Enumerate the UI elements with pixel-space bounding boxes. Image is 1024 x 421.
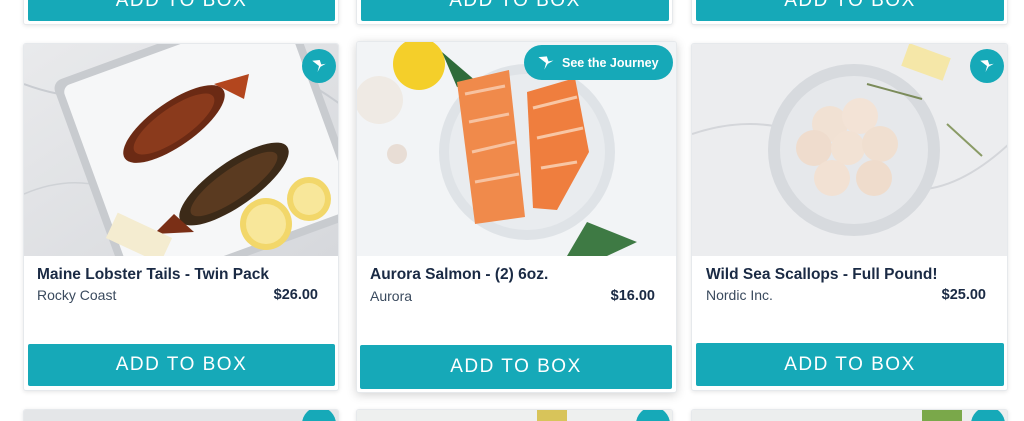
product-title[interactable]: Maine Lobster Tails - Twin Pack: [37, 266, 269, 284]
see-the-journey-button[interactable]: See the Journey: [524, 45, 673, 80]
product-card-scallops[interactable]: Wild Sea Scallops - Full Pound! Nordic I…: [691, 43, 1008, 391]
product-image-scallops[interactable]: [692, 44, 1007, 256]
product-price: $16.00: [610, 288, 655, 304]
product-image[interactable]: [692, 410, 1008, 421]
product-card-top-2: ADD TO BOX: [356, 0, 673, 25]
product-card-bottom-3[interactable]: [691, 409, 1008, 421]
add-to-box-button[interactable]: ADD TO BOX: [360, 345, 672, 389]
product-image[interactable]: [357, 410, 673, 421]
product-image[interactable]: [24, 410, 339, 421]
product-price: $25.00: [941, 287, 986, 303]
product-card-top-3: ADD TO BOX: [691, 0, 1008, 25]
journey-label: See the Journey: [562, 55, 659, 70]
hummingbird-icon[interactable]: [302, 49, 336, 83]
add-to-box-button[interactable]: ADD TO BOX: [28, 0, 335, 21]
add-to-box-button[interactable]: ADD TO BOX: [361, 0, 669, 21]
add-to-box-button[interactable]: ADD TO BOX: [696, 0, 1004, 21]
product-vendor: Rocky Coast: [37, 287, 117, 303]
hummingbird-icon[interactable]: [970, 49, 1004, 83]
product-title[interactable]: Aurora Salmon - (2) 6oz.: [370, 266, 548, 284]
product-vendor: Aurora: [370, 288, 413, 304]
product-card-lobster[interactable]: Maine Lobster Tails - Twin Pack Rocky Co…: [23, 43, 339, 391]
product-vendor: Nordic Inc.: [706, 287, 773, 303]
product-card-bottom-1[interactable]: [23, 409, 339, 421]
add-to-box-button[interactable]: ADD TO BOX: [696, 343, 1004, 386]
product-card-top-1: ADD TO BOX: [23, 0, 339, 25]
hummingbird-icon: [538, 55, 554, 70]
product-image-lobster[interactable]: [24, 44, 338, 256]
product-card-bottom-2[interactable]: [356, 409, 673, 421]
product-title[interactable]: Wild Sea Scallops - Full Pound!: [706, 266, 938, 284]
product-card-salmon[interactable]: See the Journey Aurora Salmon - (2) 6oz.…: [356, 41, 677, 393]
add-to-box-button[interactable]: ADD TO BOX: [28, 344, 335, 386]
product-price: $26.00: [273, 287, 318, 303]
